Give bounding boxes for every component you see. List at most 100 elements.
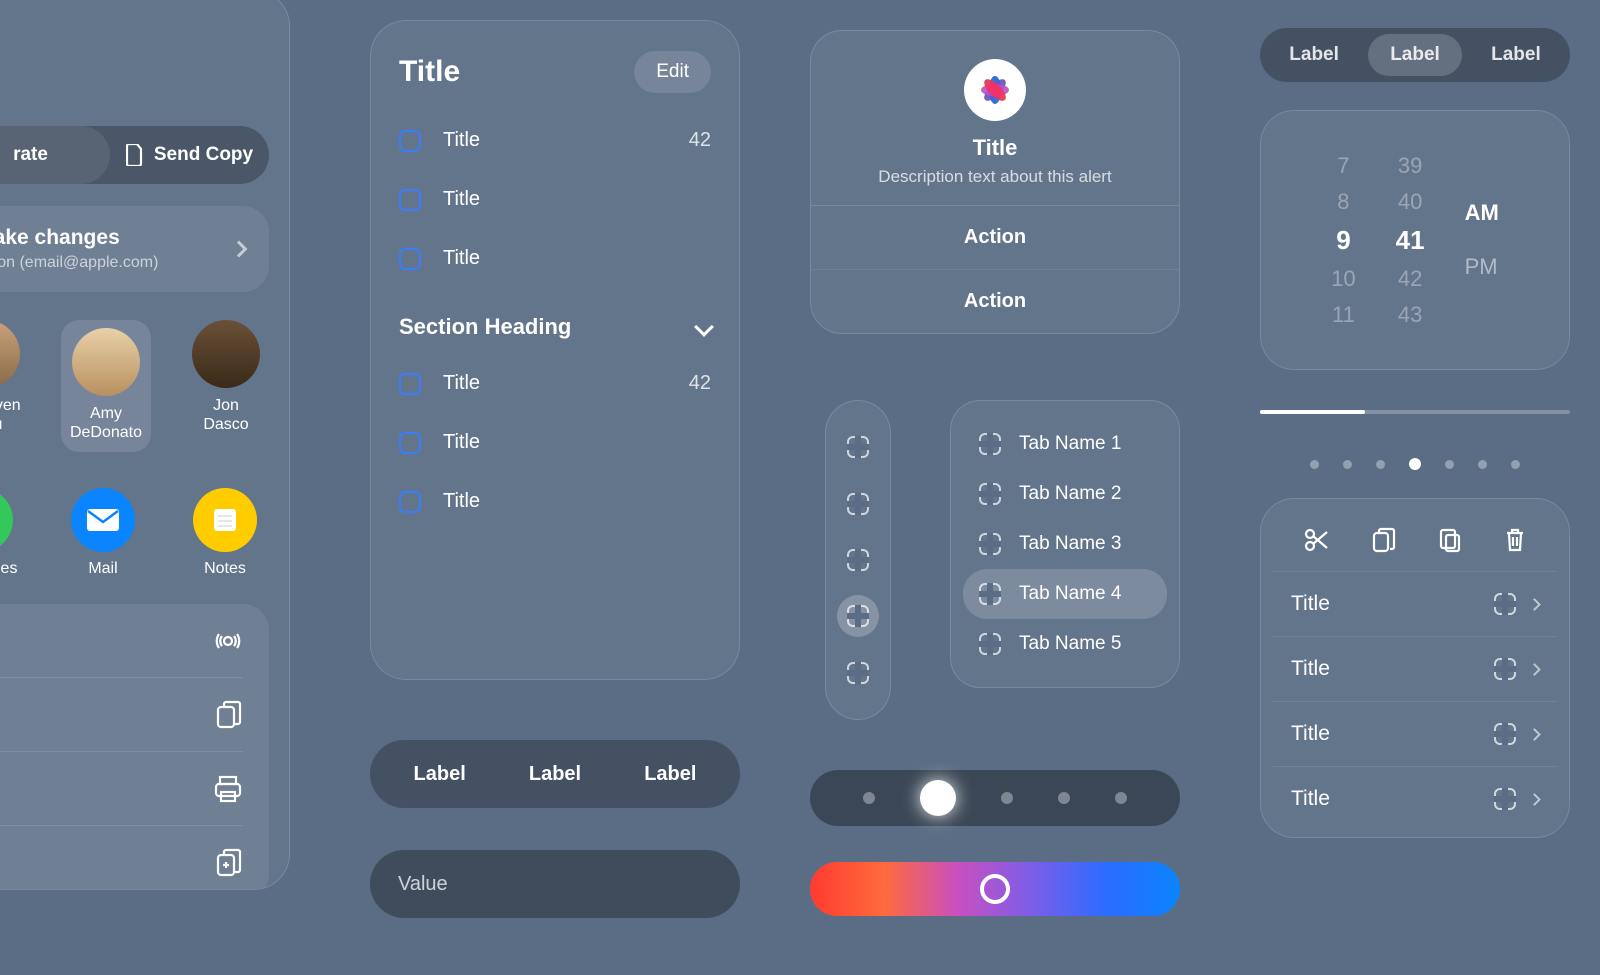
vertical-tab[interactable] bbox=[837, 539, 879, 581]
share-seg-send-copy-label: Send Copy bbox=[154, 144, 253, 166]
add-to-icon bbox=[215, 848, 243, 878]
vertical-tab[interactable] bbox=[837, 595, 879, 637]
segment-label[interactable]: Label bbox=[1462, 44, 1570, 66]
vertical-tab[interactable] bbox=[837, 652, 879, 694]
minute-wheel[interactable]: 39 40 41 42 43 bbox=[1396, 153, 1425, 328]
tab-item[interactable]: Tab Name 4 bbox=[963, 569, 1167, 619]
copy-button[interactable] bbox=[1372, 527, 1396, 553]
placeholder-icon bbox=[847, 605, 869, 627]
menu-item-label: Title bbox=[1291, 657, 1330, 681]
tab-label: Tab Name 2 bbox=[1019, 483, 1121, 505]
share-person[interactable]: Jon Dasco bbox=[181, 320, 271, 452]
share-person[interactable]: Carnaven Chiu bbox=[0, 320, 31, 452]
value-input-placeholder: Value bbox=[398, 873, 448, 896]
menu-item[interactable]: Title bbox=[1273, 701, 1557, 766]
edit-button-label: Edit bbox=[656, 61, 689, 82]
list-row-label: Title bbox=[443, 372, 480, 395]
notes-icon bbox=[193, 488, 257, 552]
list-row[interactable]: Title bbox=[399, 229, 711, 288]
page-dot-current bbox=[1409, 458, 1421, 470]
segment-label[interactable]: Label bbox=[382, 763, 497, 786]
ampm-am: AM bbox=[1465, 200, 1499, 226]
chevron-right-icon bbox=[1528, 793, 1541, 806]
color-slider-knob[interactable] bbox=[980, 874, 1010, 904]
delete-button[interactable] bbox=[1504, 527, 1526, 553]
share-action-add[interactable] bbox=[0, 826, 243, 890]
alert-actions: Action Action bbox=[811, 205, 1179, 333]
share-actions-card bbox=[0, 604, 269, 890]
vertical-tab-bar bbox=[825, 400, 891, 720]
tab-label: Tab Name 4 bbox=[1019, 583, 1121, 605]
menu-item[interactable]: Title bbox=[1273, 766, 1557, 831]
share-permissions-card[interactable]: make changes Moon (email@apple.com) bbox=[0, 206, 269, 292]
share-app-notes[interactable]: Notes bbox=[183, 488, 267, 578]
checkbox-icon bbox=[399, 130, 421, 152]
chevron-right-icon bbox=[1528, 663, 1541, 676]
vertical-tab[interactable] bbox=[837, 426, 879, 468]
ampm-wheel[interactable]: AM PM bbox=[1465, 200, 1499, 280]
menu-item-label: Title bbox=[1291, 787, 1330, 811]
list-row[interactable]: Title bbox=[399, 170, 711, 229]
section-heading[interactable]: Section Heading bbox=[399, 288, 711, 354]
tab-item[interactable]: Tab Name 5 bbox=[963, 619, 1167, 669]
dot-slider[interactable] bbox=[810, 770, 1180, 826]
scissors-icon bbox=[1304, 527, 1330, 553]
page-dots[interactable] bbox=[1260, 452, 1570, 476]
share-seg-collaborate[interactable]: rate bbox=[0, 126, 110, 184]
page-dot bbox=[1310, 460, 1319, 469]
checkbox-icon bbox=[399, 248, 421, 270]
time-picker[interactable]: 7 8 9 10 11 39 40 41 42 43 AM PM bbox=[1260, 110, 1570, 370]
top-segmented[interactable]: Label Label Label bbox=[1260, 28, 1570, 82]
list-row[interactable]: Title 42 bbox=[399, 354, 711, 413]
share-sheet: rate Send Copy make changes Moon (email@… bbox=[0, 0, 290, 890]
hour-wheel[interactable]: 7 8 9 10 11 bbox=[1331, 153, 1355, 328]
alert-action-button[interactable]: Action bbox=[811, 269, 1179, 333]
color-slider[interactable] bbox=[810, 862, 1180, 916]
tab-item[interactable]: Tab Name 2 bbox=[963, 469, 1167, 519]
value-input[interactable]: Value bbox=[370, 850, 740, 918]
tab-item[interactable]: Tab Name 1 bbox=[963, 419, 1167, 469]
list-row[interactable]: Title bbox=[399, 472, 711, 531]
alert-action-label: Action bbox=[964, 290, 1026, 312]
share-app-messages[interactable]: Messages bbox=[0, 488, 23, 578]
slider-dot bbox=[1058, 792, 1070, 804]
wheel-value: 8 bbox=[1337, 189, 1349, 215]
segment-label[interactable]: Label bbox=[497, 763, 612, 786]
app-label: Messages bbox=[0, 560, 23, 578]
person-name-line1: Carnaven bbox=[0, 396, 31, 415]
share-app-mail[interactable]: Mail bbox=[61, 488, 145, 578]
list-row[interactable]: Title bbox=[399, 413, 711, 472]
trash-icon bbox=[1504, 527, 1526, 553]
menu-item[interactable]: Title bbox=[1273, 571, 1557, 636]
share-person[interactable]: Amy DeDonato bbox=[61, 320, 151, 452]
paste-button[interactable] bbox=[1438, 527, 1462, 553]
edit-button[interactable]: Edit bbox=[634, 51, 711, 93]
segmented-control-3[interactable]: Label Label Label bbox=[370, 740, 740, 808]
mail-icon bbox=[71, 488, 135, 552]
placeholder-icon bbox=[1494, 593, 1516, 615]
chevron-down-icon bbox=[694, 317, 714, 337]
wheel-value: 7 bbox=[1337, 153, 1349, 179]
page-dot bbox=[1478, 460, 1487, 469]
segment-label[interactable]: Label bbox=[1260, 44, 1368, 66]
cut-button[interactable] bbox=[1304, 527, 1330, 553]
segment-label-selected[interactable]: Label bbox=[1368, 34, 1462, 76]
person-name-line2: Dasco bbox=[181, 415, 271, 434]
list-row[interactable]: Title 42 bbox=[399, 111, 711, 170]
share-seg-send-copy[interactable]: Send Copy bbox=[110, 144, 269, 166]
alert-action-button[interactable]: Action bbox=[811, 206, 1179, 269]
share-action-airdrop[interactable] bbox=[0, 604, 243, 678]
vertical-tab[interactable] bbox=[837, 483, 879, 525]
edit-tool-row bbox=[1273, 521, 1557, 571]
slider-knob[interactable] bbox=[920, 780, 956, 816]
tab-item[interactable]: Tab Name 3 bbox=[963, 519, 1167, 569]
document-icon bbox=[126, 144, 144, 166]
share-action-print[interactable] bbox=[0, 752, 243, 826]
tab-label: Tab Name 1 bbox=[1019, 433, 1121, 455]
list-panel: Title Edit Title 42 Title Title Section … bbox=[370, 20, 740, 680]
segment-label[interactable]: Label bbox=[613, 763, 728, 786]
page-dot bbox=[1511, 460, 1520, 469]
share-action-copy[interactable] bbox=[0, 678, 243, 752]
menu-item[interactable]: Title bbox=[1273, 636, 1557, 701]
chevron-right-icon bbox=[1528, 728, 1541, 741]
